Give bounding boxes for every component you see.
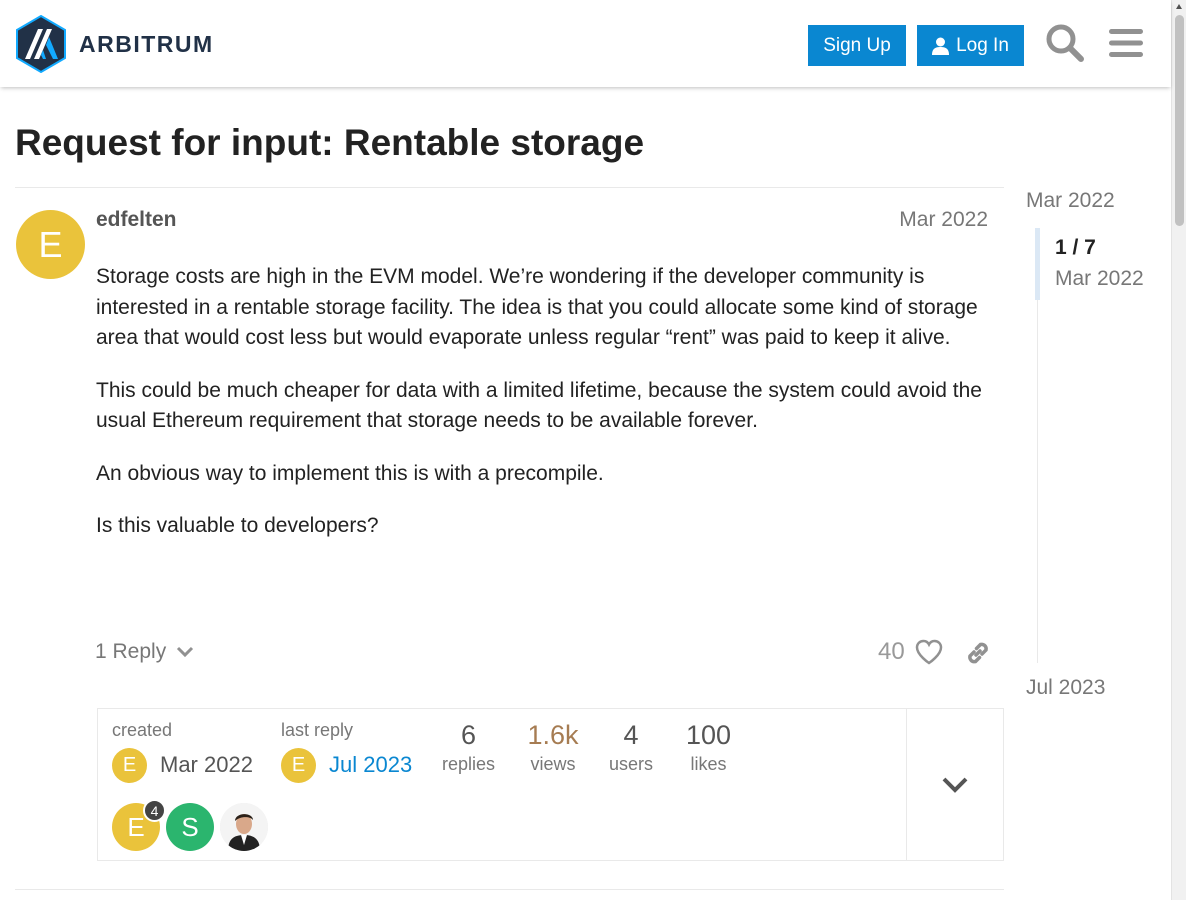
arbitrum-logo-icon — [16, 15, 66, 73]
scrollbar-thumb[interactable] — [1175, 15, 1184, 226]
hamburger-icon — [1109, 29, 1143, 57]
stat-value: 1.6k — [527, 720, 579, 750]
avatar-letter: E — [38, 223, 63, 265]
created-avatar[interactable]: E — [112, 748, 147, 783]
avatar-letter: E — [122, 754, 137, 776]
divider — [15, 187, 1004, 188]
last-reply-avatar[interactable]: E — [281, 748, 316, 783]
timeline-end-date[interactable]: Jul 2023 — [1026, 676, 1105, 700]
search-button[interactable] — [1044, 22, 1086, 64]
avatar-letter: E — [127, 811, 145, 842]
divider — [15, 889, 1004, 890]
post-paragraph: Storage costs are high in the EVM model.… — [96, 265, 978, 349]
stat-users: 4 users — [601, 720, 661, 775]
avatar-letter: S — [181, 811, 199, 842]
reply-count-label: 1 Reply — [95, 640, 167, 663]
site-logo[interactable]: ARBITRUM — [15, 15, 214, 73]
participant-avatar-photo[interactable] — [220, 803, 268, 851]
share-link-button[interactable] — [962, 637, 994, 669]
topic-map: created E Mar 2022 last reply E Jul 2023… — [97, 708, 1004, 861]
chevron-down-icon — [177, 646, 194, 658]
stat-label: views — [530, 754, 576, 774]
participant-avatar[interactable]: E 4 — [112, 799, 166, 851]
heart-icon — [915, 639, 942, 665]
last-reply-label: last reply — [281, 720, 354, 740]
post-author-username[interactable]: edfelten — [96, 208, 177, 232]
timeline-handle[interactable] — [1035, 228, 1040, 300]
hamburger-menu-button[interactable] — [1105, 22, 1147, 64]
participant-avatar[interactable]: S — [166, 803, 214, 851]
post-date[interactable]: Mar 2022 — [899, 208, 988, 232]
stat-value: 6 — [460, 720, 477, 750]
stat-label: users — [608, 754, 653, 774]
stat-value: 100 — [685, 720, 732, 750]
user-icon — [932, 37, 950, 55]
timeline-position-date: Mar 2022 — [1055, 267, 1144, 290]
search-icon — [1046, 24, 1084, 62]
user-photo-icon — [220, 803, 268, 851]
brand-name: ARBITRUM — [79, 30, 214, 57]
sign-up-button[interactable]: Sign Up — [808, 25, 906, 66]
stat-label: replies — [441, 754, 496, 774]
created-label: created — [112, 720, 173, 740]
sign-up-label: Sign Up — [823, 34, 891, 56]
post-author-avatar[interactable]: E — [16, 210, 85, 279]
site-header: ARBITRUM Sign Up Log In — [0, 0, 1171, 87]
stat-views: 1.6k views — [518, 720, 588, 775]
post-body: Storage costs are high in the EVM model.… — [96, 262, 996, 564]
link-icon — [968, 642, 988, 664]
badge-count: 4 — [150, 802, 159, 819]
page-scrollbar[interactable] — [1171, 0, 1186, 900]
like-button[interactable]: 40 — [878, 638, 943, 666]
expand-topic-map-button[interactable] — [906, 709, 1003, 860]
post-count-badge: 4 — [143, 799, 166, 822]
stat-value: 4 — [623, 720, 639, 750]
created-date: Mar 2022 — [160, 752, 253, 777]
last-reply-date-link[interactable]: Jul 2023 — [329, 752, 412, 778]
log-in-button[interactable]: Log In — [917, 25, 1024, 66]
stat-label: likes — [690, 754, 727, 774]
post-paragraph: An obvious way to implement this is with… — [96, 461, 604, 485]
log-in-label: Log In — [956, 34, 1009, 56]
post-paragraph: This could be much cheaper for data with… — [96, 378, 982, 433]
show-replies-button[interactable]: 1 Reply — [95, 640, 194, 664]
timeline-start-date[interactable]: Mar 2022 — [1026, 189, 1115, 213]
stat-replies: 6 replies — [436, 720, 501, 775]
post-paragraph: Is this valuable to developers? — [96, 514, 379, 537]
timeline-position: 1 / 7 — [1055, 236, 1096, 259]
avatar-letter: E — [291, 754, 306, 776]
scroll-up-arrow-icon[interactable] — [1176, 4, 1182, 9]
like-count: 40 — [878, 638, 905, 665]
topic-title[interactable]: Request for input: Rentable storage — [15, 122, 644, 164]
stat-likes: 100 likes — [676, 720, 741, 775]
chevron-down-icon — [942, 777, 968, 793]
